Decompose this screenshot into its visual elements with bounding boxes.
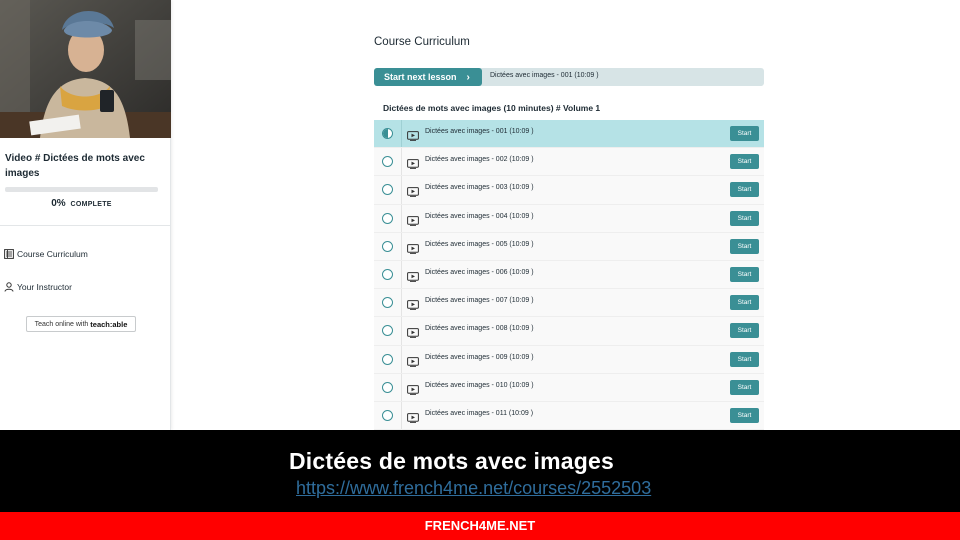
start-button[interactable]: Start <box>730 154 759 170</box>
course-image <box>0 0 171 138</box>
person-icon <box>4 282 14 292</box>
empty-circle-icon <box>382 353 393 365</box>
start-button[interactable]: Start <box>730 323 759 339</box>
empty-circle-icon <box>382 268 393 280</box>
row-divider <box>401 401 402 430</box>
section-title: Dictées de mots avec images (10 minutes)… <box>383 103 601 113</box>
lesson-title: Dictées avec images - 011 (10:09 ) <box>425 409 534 417</box>
half-circle-progress-icon <box>382 128 393 139</box>
start-button[interactable]: Start <box>730 238 759 254</box>
sidebar-item-your-instructor[interactable]: Your Instructor <box>4 282 72 292</box>
video-play-icon <box>407 184 419 198</box>
row-divider <box>401 289 402 317</box>
start-button[interactable]: Start <box>730 351 759 367</box>
sidebar: Video # Dictées de mots avec images 0% C… <box>0 0 171 430</box>
row-divider <box>401 120 402 148</box>
empty-circle-icon <box>382 240 393 252</box>
sidebar-divider <box>0 225 171 226</box>
lesson-row[interactable]: Dictées avec images - 004 (10:09 ) Start <box>374 204 764 233</box>
lesson-row[interactable]: Dictées avec images - 006 (10:09 ) Start <box>374 260 764 290</box>
row-divider <box>401 176 402 204</box>
lesson-title: Dictées avec images - 009 (10:09 ) <box>425 353 534 361</box>
video-play-icon <box>407 410 419 423</box>
start-button[interactable]: Start <box>730 266 759 282</box>
empty-circle-icon <box>382 409 393 421</box>
teachable-logo: teach:able <box>90 319 128 329</box>
row-divider <box>401 232 402 260</box>
video-play-icon <box>407 156 419 170</box>
start-button[interactable]: Start <box>730 295 759 311</box>
empty-circle-icon <box>382 297 393 309</box>
lesson-row[interactable]: Dictées avec images - 009 (10:09 ) Start <box>374 345 764 374</box>
next-lesson-bar: Start next lesson › Dictées avec images … <box>374 68 764 86</box>
teachable-badge[interactable]: Teach online with teach:able <box>26 316 136 332</box>
video-play-icon <box>407 354 419 367</box>
lesson-title: Dictées avec images - 004 (10:09 ) <box>425 212 534 220</box>
lesson-row[interactable]: Dictées avec images - 008 (10:09 ) Start <box>374 317 764 346</box>
video-play-icon <box>407 325 419 339</box>
lesson-row[interactable]: Dictées avec images - 003 (10:09 ) Start <box>374 176 764 205</box>
lesson-list: Dictées avec images - 001 (10:09 ) Start D… <box>374 120 764 431</box>
banner-title: Dictées de mots avec images <box>289 448 615 474</box>
video-play-icon <box>407 269 419 282</box>
course-title: Video # Dictées de mots avec images <box>5 153 145 179</box>
lesson-row[interactable]: Dictées avec images - 007 (10:09 ) Start <box>374 289 764 318</box>
chevron-right-icon: › <box>466 71 470 83</box>
row-divider <box>401 204 402 232</box>
row-divider <box>401 260 402 289</box>
sidebar-item-course-curriculum[interactable]: Course Curriculum <box>4 249 88 259</box>
row-divider <box>401 373 402 401</box>
row-divider <box>401 317 402 345</box>
empty-circle-icon <box>382 212 393 224</box>
start-button[interactable]: Start <box>730 126 759 141</box>
page: Video # Dictées de mots avec images 0% C… <box>0 0 960 540</box>
empty-circle-icon <box>382 325 393 337</box>
progress-value: 0% <box>51 198 66 209</box>
next-lesson-title: Dictées avec images - 001 (10:09 ) <box>490 72 599 79</box>
start-button[interactable]: Start <box>730 210 759 226</box>
progress-complete-label: COMPLETE <box>70 201 112 208</box>
curriculum-icon <box>4 249 14 259</box>
footer-label: FRENCH4ME.NET <box>424 518 536 533</box>
sidebar-item-label: Course Curriculum <box>17 249 88 259</box>
lesson-row[interactable]: Dictées avec images - 011 (10:09 ) Start <box>374 401 764 431</box>
start-next-lesson-button[interactable]: Start next lesson › <box>374 68 482 86</box>
empty-circle-icon <box>382 156 393 168</box>
progress-bar <box>5 187 158 192</box>
lesson-title: Dictées avec images - 007 (10:09 ) <box>425 297 534 305</box>
video-play-icon <box>407 128 419 141</box>
page-title: Course Curriculum <box>374 36 470 48</box>
lesson-title: Dictées avec images - 008 (10:09 ) <box>425 325 534 333</box>
lesson-row[interactable]: Dictées avec images - 001 (10:09 ) Start <box>374 120 764 149</box>
empty-circle-icon <box>382 184 393 196</box>
banner-link[interactable]: https://www.french4me.net/courses/255250… <box>296 478 651 499</box>
video-play-icon <box>407 297 419 310</box>
video-play-icon <box>407 382 419 395</box>
empty-circle-icon <box>382 381 393 393</box>
lesson-title: Dictées avec images - 005 (10:09 ) <box>425 240 534 248</box>
start-button[interactable]: Start <box>730 182 759 198</box>
row-divider <box>401 148 402 176</box>
lesson-title: Dictées avec images - 003 (10:09 ) <box>425 184 534 192</box>
sidebar-item-label: Your Instructor <box>17 282 72 292</box>
lesson-title: Dictées avec images - 002 (10:09 ) <box>425 156 534 164</box>
lesson-title: Dictées avec images - 001 (10:09 ) <box>425 128 534 135</box>
lesson-title: Dictées avec images - 010 (10:09 ) <box>425 381 534 389</box>
video-play-icon <box>407 213 419 226</box>
progress-label: 0% COMPLETE <box>0 198 163 209</box>
lesson-title: Dictées avec images - 006 (10:09 ) <box>425 268 534 276</box>
video-play-icon <box>407 241 419 254</box>
lesson-row[interactable]: Dictées avec images - 010 (10:09 ) Start <box>374 373 764 402</box>
teach-badge-prefix: Teach online with <box>34 320 89 328</box>
start-button[interactable]: Start <box>730 407 759 423</box>
row-divider <box>401 345 402 373</box>
start-button[interactable]: Start <box>730 379 759 395</box>
lesson-row[interactable]: Dictées avec images - 002 (10:09 ) Start <box>374 148 764 177</box>
start-next-lesson-label: Start next lesson <box>384 72 457 82</box>
lesson-row[interactable]: Dictées avec images - 005 (10:09 ) Start <box>374 232 764 261</box>
